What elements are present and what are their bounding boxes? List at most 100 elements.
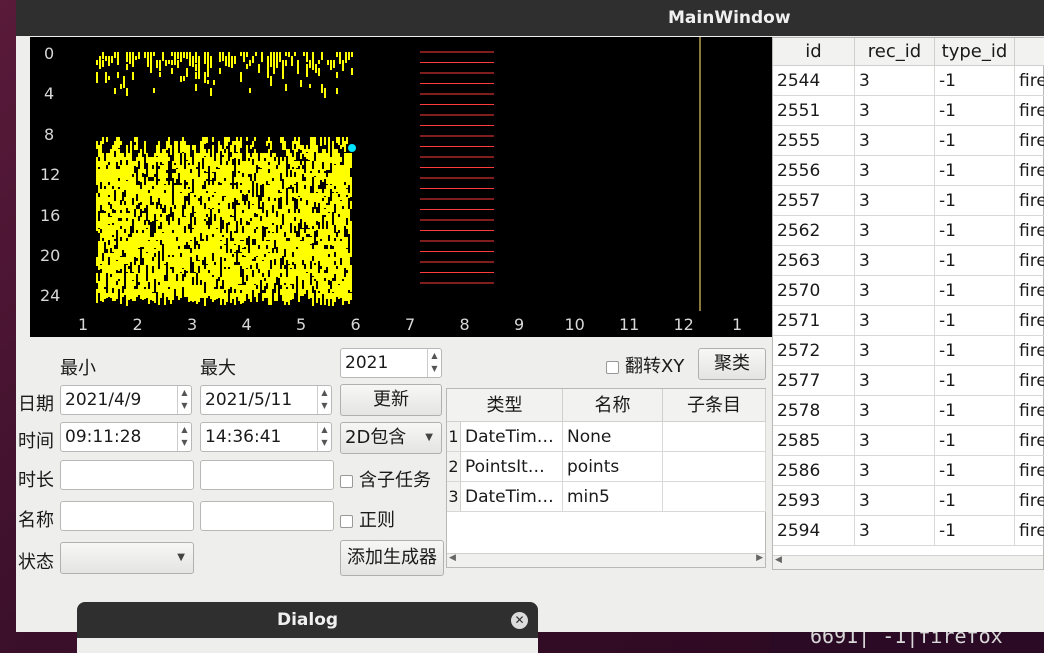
arrow-left-icon[interactable]: ◀ — [775, 555, 782, 565]
record-cell-id[interactable]: 2572 — [773, 336, 855, 366]
close-icon[interactable]: ✕ — [511, 612, 528, 629]
spin-arrows-icon[interactable]: ▲ ▼ — [317, 386, 331, 414]
column-header-type[interactable]: 类型 — [447, 389, 563, 422]
records-table[interactable]: id rec_id type_id 25443-1fire25513-1fire… — [772, 37, 1044, 570]
generator-cell-type[interactable]: DateTim… — [461, 422, 563, 452]
record-cell-rec-id[interactable]: 3 — [855, 396, 935, 426]
record-cell-rec-id[interactable]: 3 — [855, 306, 935, 336]
year-spinbox[interactable]: 2021 ▲ ▼ — [340, 348, 442, 378]
record-cell-type-id[interactable]: -1 — [935, 336, 1015, 366]
record-cell-rec-id[interactable]: 3 — [855, 156, 935, 186]
record-cell-name[interactable]: fire — [1015, 336, 1044, 366]
record-cell-name[interactable]: fire — [1015, 96, 1044, 126]
record-cell-name[interactable]: fire — [1015, 156, 1044, 186]
generator-cell-name[interactable]: None — [563, 422, 663, 452]
generator-cell-name[interactable]: points — [563, 452, 663, 482]
status-combobox[interactable]: ▼ — [60, 542, 194, 574]
column-header-id[interactable]: id — [773, 38, 855, 66]
record-cell-rec-id[interactable]: 3 — [855, 426, 935, 456]
record-cell-id[interactable]: 2557 — [773, 186, 855, 216]
time-min-input[interactable]: 09:11:28 ▲ ▼ — [60, 422, 192, 452]
duration-max-input[interactable] — [200, 460, 334, 490]
generator-cell-name[interactable]: min5 — [563, 482, 663, 512]
record-cell-rec-id[interactable]: 3 — [855, 66, 935, 96]
timeline-plot[interactable] — [30, 37, 782, 337]
record-cell-type-id[interactable]: -1 — [935, 66, 1015, 96]
record-cell-type-id[interactable]: -1 — [935, 396, 1015, 426]
record-cell-type-id[interactable]: -1 — [935, 246, 1015, 276]
regex-checkbox[interactable]: 正则 — [340, 506, 395, 532]
generator-cell-child[interactable] — [663, 482, 766, 512]
column-header-type-id[interactable]: type_id — [935, 38, 1015, 66]
arrow-left-icon[interactable]: ◀ — [449, 553, 456, 563]
column-header-rec-id[interactable]: rec_id — [855, 38, 935, 66]
mode-combobox[interactable]: 2D包含 ▼ — [340, 422, 442, 454]
horizontal-scrollbar[interactable]: ◀ — [773, 555, 1043, 569]
flip-xy-checkbox[interactable]: 翻转XY — [606, 352, 684, 378]
row-number[interactable]: 3 — [447, 482, 461, 512]
plot-canvas[interactable] — [30, 37, 782, 311]
record-cell-rec-id[interactable]: 3 — [855, 336, 935, 366]
column-header-children[interactable]: 子条目 — [663, 389, 766, 422]
record-cell-name[interactable]: fire — [1015, 366, 1044, 396]
column-header-name[interactable]: 名称 — [563, 389, 663, 422]
date-max-input[interactable]: 2021/5/11 ▲ ▼ — [200, 385, 332, 415]
record-cell-name[interactable]: fire — [1015, 456, 1044, 486]
record-cell-name[interactable]: fire — [1015, 126, 1044, 156]
record-cell-rec-id[interactable]: 3 — [855, 516, 935, 546]
record-cell-rec-id[interactable]: 3 — [855, 246, 935, 276]
generator-cell-child[interactable] — [663, 452, 766, 482]
record-cell-id[interactable]: 2571 — [773, 306, 855, 336]
record-cell-id[interactable]: 2562 — [773, 216, 855, 246]
record-cell-name[interactable]: fire — [1015, 216, 1044, 246]
record-cell-rec-id[interactable]: 3 — [855, 126, 935, 156]
record-cell-id[interactable]: 2593 — [773, 486, 855, 516]
record-cell-name[interactable]: fire — [1015, 276, 1044, 306]
record-cell-type-id[interactable]: -1 — [935, 456, 1015, 486]
record-cell-id[interactable]: 2563 — [773, 246, 855, 276]
record-cell-id[interactable]: 2551 — [773, 96, 855, 126]
spin-arrows-icon[interactable]: ▲ ▼ — [317, 423, 331, 451]
record-cell-id[interactable]: 2585 — [773, 426, 855, 456]
record-cell-name[interactable]: fire — [1015, 306, 1044, 336]
title-bar[interactable]: MainWindow — [16, 0, 1044, 36]
date-min-input[interactable]: 2021/4/9 ▲ ▼ — [60, 385, 192, 415]
plot-marker[interactable] — [348, 144, 356, 152]
row-number[interactable]: 2 — [447, 452, 461, 482]
record-cell-type-id[interactable]: -1 — [935, 96, 1015, 126]
generator-cell-type[interactable]: PointsIt… — [461, 452, 563, 482]
arrow-right-icon[interactable]: ▶ — [756, 553, 763, 563]
horizontal-scrollbar[interactable]: ◀ ▶ — [447, 553, 765, 567]
record-cell-name[interactable]: fire — [1015, 516, 1044, 546]
record-cell-type-id[interactable]: -1 — [935, 186, 1015, 216]
record-cell-name[interactable]: fire — [1015, 186, 1044, 216]
record-cell-type-id[interactable]: -1 — [935, 516, 1015, 546]
record-cell-type-id[interactable]: -1 — [935, 426, 1015, 456]
record-cell-rec-id[interactable]: 3 — [855, 486, 935, 516]
name-max-input[interactable] — [200, 501, 334, 531]
record-cell-id[interactable]: 2570 — [773, 276, 855, 306]
cluster-button[interactable]: 聚类 — [698, 348, 766, 380]
record-cell-type-id[interactable]: -1 — [935, 216, 1015, 246]
record-cell-name[interactable]: fire — [1015, 246, 1044, 276]
record-cell-id[interactable]: 2555 — [773, 126, 855, 156]
record-cell-type-id[interactable]: -1 — [935, 276, 1015, 306]
record-cell-id[interactable]: 2594 — [773, 516, 855, 546]
record-cell-id[interactable]: 2577 — [773, 366, 855, 396]
update-button[interactable]: 更新 — [340, 384, 442, 416]
record-cell-id[interactable]: 2578 — [773, 396, 855, 426]
record-cell-name[interactable]: fire — [1015, 66, 1044, 96]
record-cell-type-id[interactable]: -1 — [935, 156, 1015, 186]
spin-arrows-icon[interactable]: ▲ ▼ — [177, 423, 191, 451]
generator-cell-child[interactable] — [663, 422, 766, 452]
record-cell-type-id[interactable]: -1 — [935, 126, 1015, 156]
generator-cell-type[interactable]: DateTim… — [461, 482, 563, 512]
record-cell-name[interactable]: fire — [1015, 426, 1044, 456]
spin-arrows-icon[interactable]: ▲ ▼ — [427, 349, 441, 377]
time-max-input[interactable]: 14:36:41 ▲ ▼ — [200, 422, 332, 452]
record-cell-id[interactable]: 2586 — [773, 456, 855, 486]
generator-table[interactable]: 类型 名称 子条目 1 DateTim… None 2 PointsIt… points 3… — [446, 388, 766, 568]
record-cell-id[interactable]: 2544 — [773, 66, 855, 96]
record-cell-name[interactable]: fire — [1015, 396, 1044, 426]
record-cell-rec-id[interactable]: 3 — [855, 186, 935, 216]
